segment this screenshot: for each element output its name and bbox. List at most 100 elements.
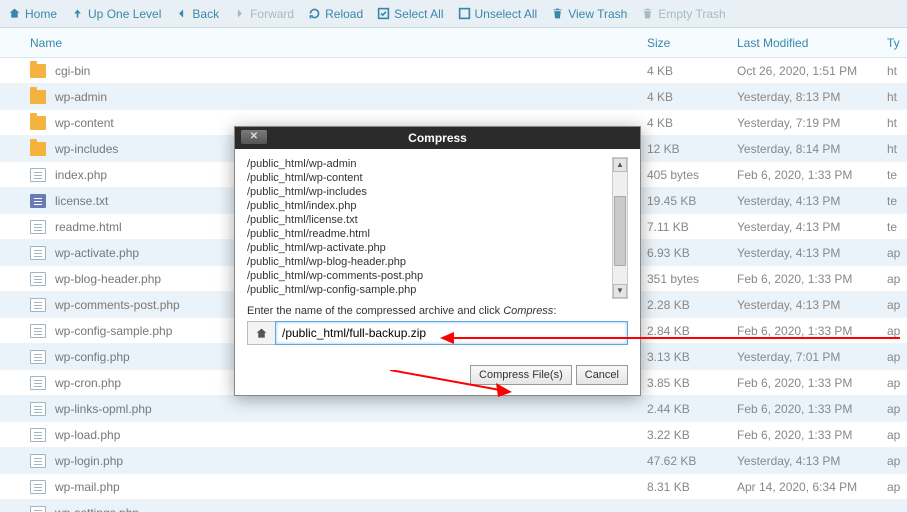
file-name: wp-load.php [55, 428, 120, 442]
select-all-icon [377, 7, 390, 20]
table-row[interactable]: wp-settings.php [0, 500, 907, 512]
up-one-level-button[interactable]: Up One Level [71, 7, 161, 21]
trash-icon [641, 7, 654, 20]
file-name: wp-login.php [55, 454, 123, 468]
unselect-all-label: Unselect All [475, 7, 538, 21]
file-name: wp-cron.php [55, 376, 121, 390]
home-icon [255, 327, 268, 340]
file-icon [30, 168, 46, 182]
col-header-modified[interactable]: Last Modified [737, 36, 887, 50]
file-modified: Feb 6, 2020, 1:33 PM [737, 272, 887, 286]
compress-prompt: Enter the name of the compressed archive… [247, 305, 628, 317]
view-trash-button[interactable]: View Trash [551, 7, 627, 21]
folder-icon [30, 116, 46, 130]
file-type: ap [887, 350, 907, 364]
home-label: Home [25, 7, 57, 21]
document-icon [30, 194, 46, 208]
arrow-left-icon [175, 7, 188, 20]
select-all-button[interactable]: Select All [377, 7, 443, 21]
file-name: wp-settings.php [55, 506, 139, 512]
file-size: 351 bytes [647, 272, 737, 286]
file-size: 4 KB [647, 64, 737, 78]
reload-icon [308, 7, 321, 20]
file-size: 7.11 KB [647, 220, 737, 234]
home-button[interactable]: Home [8, 7, 57, 21]
scroll-up-icon[interactable]: ▲ [613, 158, 627, 172]
file-icon [30, 428, 46, 442]
file-icon [30, 454, 46, 468]
compress-path-item: /public_html/wp-config-sample.php [247, 283, 602, 297]
file-size: 6.93 KB [647, 246, 737, 260]
dialog-close-button[interactable]: ✕ [241, 130, 267, 144]
scrollbar[interactable]: ▲ ▼ [612, 157, 628, 299]
col-header-name[interactable]: Name [30, 36, 647, 50]
forward-button[interactable]: Forward [233, 7, 294, 21]
unselect-all-icon [458, 7, 471, 20]
file-size: 47.62 KB [647, 454, 737, 468]
file-icon [30, 272, 46, 286]
folder-icon [30, 90, 46, 104]
table-row[interactable]: wp-mail.php8.31 KBApr 14, 2020, 6:34 PMa… [0, 474, 907, 500]
file-icon [30, 220, 46, 234]
toolbar: Home Up One Level Back Forward Reload Se… [0, 0, 907, 28]
file-type: ap [887, 376, 907, 390]
file-modified: Feb 6, 2020, 1:33 PM [737, 168, 887, 182]
file-name: wp-links-opml.php [55, 402, 152, 416]
unselect-all-button[interactable]: Unselect All [458, 7, 538, 21]
folder-icon [30, 142, 46, 156]
file-icon [30, 350, 46, 364]
file-icon [30, 298, 46, 312]
dialog-titlebar: ✕ Compress [235, 127, 640, 149]
file-type: te [887, 194, 907, 208]
empty-trash-button[interactable]: Empty Trash [641, 7, 725, 21]
view-trash-label: View Trash [568, 7, 627, 21]
file-size: 2.44 KB [647, 402, 737, 416]
reload-label: Reload [325, 7, 363, 21]
file-modified: Yesterday, 7:19 PM [737, 116, 887, 130]
file-icon [30, 246, 46, 260]
back-button[interactable]: Back [175, 7, 219, 21]
archive-name-input[interactable] [275, 321, 628, 345]
compress-path-item: /public_html/wp-admin [247, 157, 602, 171]
file-size: 2.28 KB [647, 298, 737, 312]
compress-path-item: /public_html/wp-blog-header.php [247, 255, 602, 269]
file-modified: Feb 6, 2020, 1:33 PM [737, 376, 887, 390]
dialog-title: Compress [408, 131, 467, 145]
col-header-type[interactable]: Ty [887, 36, 907, 50]
table-row[interactable]: wp-load.php 3.22 KBFeb 6, 2020, 1:33 PMap [0, 422, 907, 448]
file-type: ap [887, 428, 907, 442]
file-type: ap [887, 454, 907, 468]
table-row[interactable]: cgi-bin4 KBOct 26, 2020, 1:51 PMht [0, 58, 907, 84]
cancel-button[interactable]: Cancel [576, 365, 628, 385]
file-type: ap [887, 324, 907, 338]
empty-trash-label: Empty Trash [658, 7, 725, 21]
file-modified: Feb 6, 2020, 1:33 PM [737, 428, 887, 442]
file-modified: Yesterday, 7:01 PM [737, 350, 887, 364]
file-type: ht [887, 142, 907, 156]
home-path-button[interactable] [247, 321, 275, 345]
compress-files-button[interactable]: Compress File(s) [470, 365, 572, 385]
file-size: 405 bytes [647, 168, 737, 182]
file-size: 3.22 KB [647, 428, 737, 442]
scroll-thumb[interactable] [614, 196, 626, 266]
file-modified: Feb 6, 2020, 1:33 PM [737, 324, 887, 338]
file-type: ap [887, 272, 907, 286]
table-header: Name Size Last Modified Ty [0, 28, 907, 58]
col-header-size[interactable]: Size [647, 36, 737, 50]
compress-path-item: /public_html/wp-content [247, 171, 602, 185]
table-row[interactable]: wp-login.php47.62 KBYesterday, 4:13 PMap [0, 448, 907, 474]
file-size: 2.84 KB [647, 324, 737, 338]
file-modified: Yesterday, 4:13 PM [737, 246, 887, 260]
file-name: wp-blog-header.php [55, 272, 161, 286]
file-size: 12 KB [647, 142, 737, 156]
scroll-down-icon[interactable]: ▼ [613, 284, 627, 298]
home-icon [8, 7, 21, 20]
table-row[interactable]: wp-links-opml.php2.44 KBFeb 6, 2020, 1:3… [0, 396, 907, 422]
file-modified: Yesterday, 8:13 PM [737, 90, 887, 104]
file-size: 4 KB [647, 116, 737, 130]
reload-button[interactable]: Reload [308, 7, 363, 21]
file-type: te [887, 168, 907, 182]
file-size: 3.13 KB [647, 350, 737, 364]
file-modified: Yesterday, 8:14 PM [737, 142, 887, 156]
table-row[interactable]: wp-admin4 KBYesterday, 8:13 PMht [0, 84, 907, 110]
